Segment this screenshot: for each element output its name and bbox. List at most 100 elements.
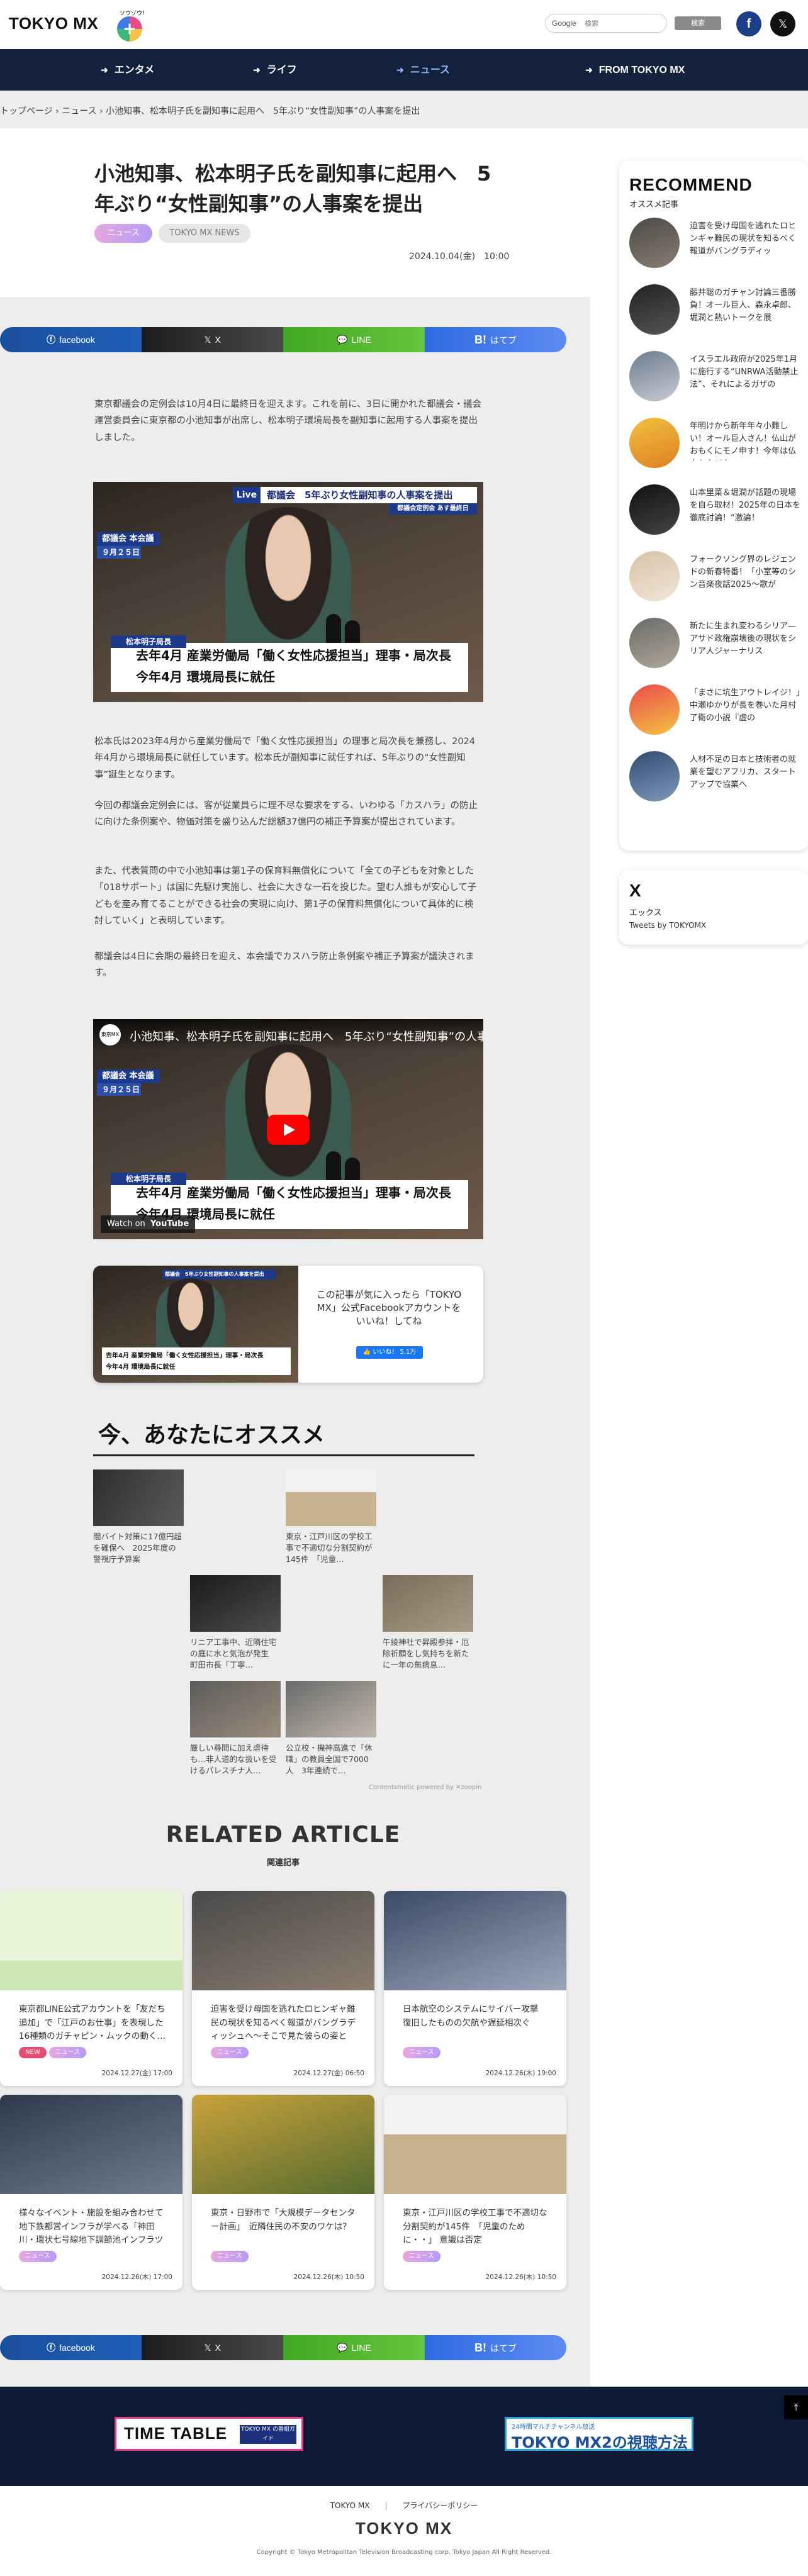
main-nav: ➜ エンタメ ➜ ライフ ➜ ニュース ➜ FROM TOKYO MX [0, 49, 808, 91]
x-widget-title: X [629, 881, 641, 900]
x-icon[interactable]: 𝕏 [770, 11, 795, 36]
sidebar-item[interactable]: 新たに生まれ変わるシリア—アサド政権崩壊後の現状をシリア人ジャーナリス [629, 618, 805, 671]
photo-line-1: 去年4月 産業労働局「働く女性応援担当」理事・局次長 [136, 648, 451, 663]
recommend-item[interactable]: 公立校・機神高進で「休職」の教員全国で7000人 3年連続で… [286, 1681, 376, 1776]
sidebar-item[interactable]: 「まさに坑生アウトレイジ！」中瀬ゆかりが長を巻いた月村了衛の小説『虚の [629, 684, 805, 737]
related-card-tags: ニュース [211, 2044, 251, 2058]
related-card-image [192, 1891, 374, 1990]
timetable-banner[interactable]: TIME TABLE TOKYO MX の番組ガイド [115, 2417, 303, 2451]
news-tag[interactable]: ニュース [19, 2251, 57, 2262]
recommend-item[interactable]: 厳しい尋問に加え虐待も…非人道的な扱いを受けるパレスチナ人… [190, 1681, 281, 1776]
photo-location-date: ９月２５日 [97, 546, 141, 559]
sidebar-item[interactable]: 山本里菜＆堀潤が話題の現場を自ら取材！2025年の日本を徹底討論！“激論！ [629, 484, 805, 537]
sidebar-item[interactable]: 迫害を受け母国を逃れたロヒンギャ難民の現状を知るべく報道がバングラディッ [629, 218, 805, 270]
powered-by[interactable]: Contentsmatic powered by ✕zoopin [369, 1784, 481, 1791]
footer-link-tokyo-mx[interactable]: TOKYO MX [330, 2501, 370, 2510]
sidebar-thumbnail [629, 551, 680, 601]
nav-item-entame[interactable]: ➜ エンタメ [101, 49, 154, 91]
share-line-button[interactable]: 💬 LINE [283, 327, 425, 352]
nav-item-from-tokyo-mx[interactable]: ➜ FROM TOKYO MX [585, 49, 685, 91]
sidebar-item[interactable]: 人材不足の日本と技術者の就業を望むアフリカ、スタートアップで協業へ [629, 751, 805, 804]
play-icon[interactable] [267, 1115, 310, 1145]
sidebar-item[interactable]: 藤井聡のガチャン討論三番勝負！オール巨人、森永卓郎、堀潤と熱いトークを展 [629, 284, 805, 337]
share-label: LINE [351, 335, 371, 345]
nav-item-life[interactable]: ➜ ライフ [253, 49, 297, 91]
photo-banner: 都議会 5年ぶり女性副知事の人事案を提出 [261, 487, 477, 503]
facebook-icon[interactable]: f [736, 11, 761, 36]
logo-mark-icon[interactable] [117, 16, 142, 42]
recommend-caption: リニア工事中、近隣住宅の庭に水と気泡が発生 町田市長「丁寧… [190, 1637, 277, 1670]
breadcrumb[interactable]: トップページ › ニュース › 小池知事、松本明子氏を副知事に起用へ 5年ぶり“… [0, 104, 420, 117]
article-paragraph: 松本氏は2023年4月から産業労働局で「働く女性応援担当」の理事と局次長を兼務し… [94, 737, 476, 780]
share-facebook-button[interactable]: ⓕ facebook [0, 327, 142, 352]
news-tag[interactable]: ニュース [211, 2251, 249, 2262]
sidebar-item[interactable]: フォークソング界のレジェンドの新春特番！「小室等のシン音楽夜話2025～歌が [629, 551, 805, 604]
related-card[interactable]: 様々なイベント・施設を組み合わせて地下鉄都営インフラが学べる「神田川・環状七号線… [0, 2095, 182, 2290]
sidebar-item[interactable]: 年明けから新年年々小難しい！オール巨人さん！仏山がおもくにモノ申す！今年は仏山も… [629, 418, 805, 471]
news-tag[interactable]: ニュース [403, 2047, 440, 2058]
sidebar-item-text: 「まさに坑生アウトレイジ！」中瀬ゆかりが長を巻いた月村了衛の小説『虚の [690, 688, 800, 723]
recommend-thumbnail [93, 1469, 184, 1526]
sidebar-item[interactable]: イスラエル政府が2025年1月に施行する“UNRWA活動禁止法”、それによるガザ… [629, 351, 805, 404]
recommend-caption: 東京・江戸川区の学校工事で不適切な分割契約が145件 「児童… [286, 1532, 373, 1564]
related-card[interactable]: 迫害を受け母国を逃れたロヒンギャ難民の現状を知るべく報道がバングラディッシュへ～… [192, 1891, 374, 2086]
site-logo[interactable]: TOKYO MX [9, 14, 98, 33]
related-card-image [384, 1891, 566, 1990]
video-title-bar: 東京MX 小池知事、松本明子氏を副知事に起用へ 5年ぶり“女性副知事”の人事案を… [93, 1019, 483, 1051]
sidebar-thumbnail [629, 218, 680, 268]
related-card[interactable]: 東京都LINE公式アカウントを「友だち追加」で「江戸のお仕事」を表現した16種類… [0, 1891, 182, 2086]
related-card[interactable]: 東京・江戸川区の学校工事で不適切な分割契約が145件 「児童のために・・」 意識… [384, 2095, 566, 2290]
facebook-like-button[interactable]: 👍 いいね！ 5.1万 [356, 1346, 423, 1359]
recommend-thumbnail [190, 1681, 281, 1737]
footer-logo[interactable]: TOKYO MX [0, 2519, 808, 2538]
share-hatena-button[interactable]: B! はてブ [425, 2335, 566, 2360]
sidebar-item-text: 年明けから新年年々小難しい！オール巨人さん！仏山がおもくにモノ申す！今年は仏山も… [690, 421, 797, 460]
footer-link-privacy[interactable]: プライバシーポリシー [403, 2501, 478, 2510]
x-widget-link[interactable]: Tweets by TOKYOMX [629, 921, 706, 930]
related-card-title: 東京都LINE公式アカウントを「友だち追加」で「江戸のお仕事」を表現した16種類… [19, 2004, 166, 2042]
recommend-thumbnail [190, 1575, 281, 1632]
breadcrumb-bar: トップページ › ニュース › 小池知事、松本明子氏を副知事に起用へ 5年ぶり“… [0, 91, 808, 128]
watch-on-youtube-button[interactable]: Watch on YouTube [101, 1215, 196, 1233]
related-card[interactable]: 日本航空のシステムにサイバー攻撃 復旧したものの欠航や遅延相次ぐ ニュース 20… [384, 1891, 566, 2086]
tag-news[interactable]: ニュース [94, 224, 152, 243]
video-location: 都議会 本会議 [97, 1069, 160, 1083]
video-name-tag: 松本明子局長 [111, 1173, 186, 1185]
nav-item-news[interactable]: ➜ ニュース [396, 49, 450, 91]
watch-on-label: Watch on [107, 1219, 145, 1229]
hatena-icon: B! [474, 333, 486, 346]
back-to-top-button[interactable]: ⤒ [784, 2395, 808, 2419]
sidebar-thumbnail [629, 751, 680, 801]
related-card-tags: ニュース [211, 2248, 251, 2262]
search-input[interactable] [585, 17, 660, 31]
share-x-button[interactable]: 𝕏X [142, 327, 283, 352]
footer-links: TOKYO MX | プライバシーポリシー [0, 2500, 808, 2511]
share-line-button[interactable]: 💬 LINE [283, 2335, 425, 2360]
mx2-banner[interactable]: 24時間マルチチャンネル放送 TOKYO MX2の視聴方法 [505, 2417, 693, 2451]
sidebar-recommend: RECOMMEND オススメ記事 迫害を受け母国を逃れたロヒンギャ難民の現状を知… [619, 161, 808, 850]
share-label: はてブ [490, 2343, 517, 2353]
related-card[interactable]: 東京・日野市で「大規模データセンター計画」 近隣住民の不安のワケは？ ニュース … [192, 2095, 374, 2290]
share-label: facebook [59, 335, 95, 345]
recommend-item[interactable]: リニア工事中、近隣住宅の庭に水と気泡が発生 町田市長「丁寧… [190, 1575, 281, 1671]
article-paragraph: 今回の都議会定例会には、客が従業員らに理不尽な要求をする、いわゆる「カスハラ」の… [94, 801, 478, 828]
search-button[interactable]: 検索 [675, 16, 721, 30]
photo-lower-third: 去年4月 産業労働局「働く女性応援担当」理事・局次長 今年4月 環境局長に就任 [111, 643, 468, 692]
video-title[interactable]: 小池知事、松本明子氏を副知事に起用へ 5年ぶり“女性副知事”の人事案を提出 [130, 1028, 483, 1044]
news-tag[interactable]: ニュース [48, 2047, 87, 2058]
recommend-item[interactable]: 東京・江戸川区の学校工事で不適切な分割契約が145件 「児童… [286, 1469, 376, 1565]
recommend-item[interactable]: 闇バイト対策に17億円超を確保へ 2025年度の警視庁予算案 [93, 1469, 184, 1565]
share-hatena-button[interactable]: B! はてブ [425, 327, 566, 352]
tag-tokyo-mx-news[interactable]: TOKYO MX NEWS [159, 224, 250, 243]
line-icon: 💬 [337, 2343, 348, 2353]
site-header: TOKYO MX ソウゾウ！ Google 検索 f 𝕏 [0, 0, 808, 49]
youtube-video-player[interactable]: 都議会 本会議 ９月２５日 去年4月 産業労働局「働く女性応援担当」理事・局次長… [93, 1019, 483, 1239]
share-x-button[interactable]: 𝕏X [142, 2335, 283, 2360]
promo-lower-third: 去年4月 産業労働局「働く女性応援担当」理事・局次長 今年4月 環境局長に就任 [102, 1347, 291, 1375]
x-widget: X エックス Tweets by TOKYOMX [619, 871, 808, 945]
recommend-item[interactable]: 午綾神社で昇殿参拝・厄除祈願をし気持ちを新たに一年の無病息… [383, 1575, 473, 1671]
share-facebook-button[interactable]: ⓕ facebook [0, 2335, 142, 2360]
news-tag[interactable]: ニュース [403, 2251, 440, 2262]
channel-avatar[interactable]: 東京MX [99, 1024, 121, 1045]
news-tag[interactable]: ニュース [211, 2047, 249, 2058]
